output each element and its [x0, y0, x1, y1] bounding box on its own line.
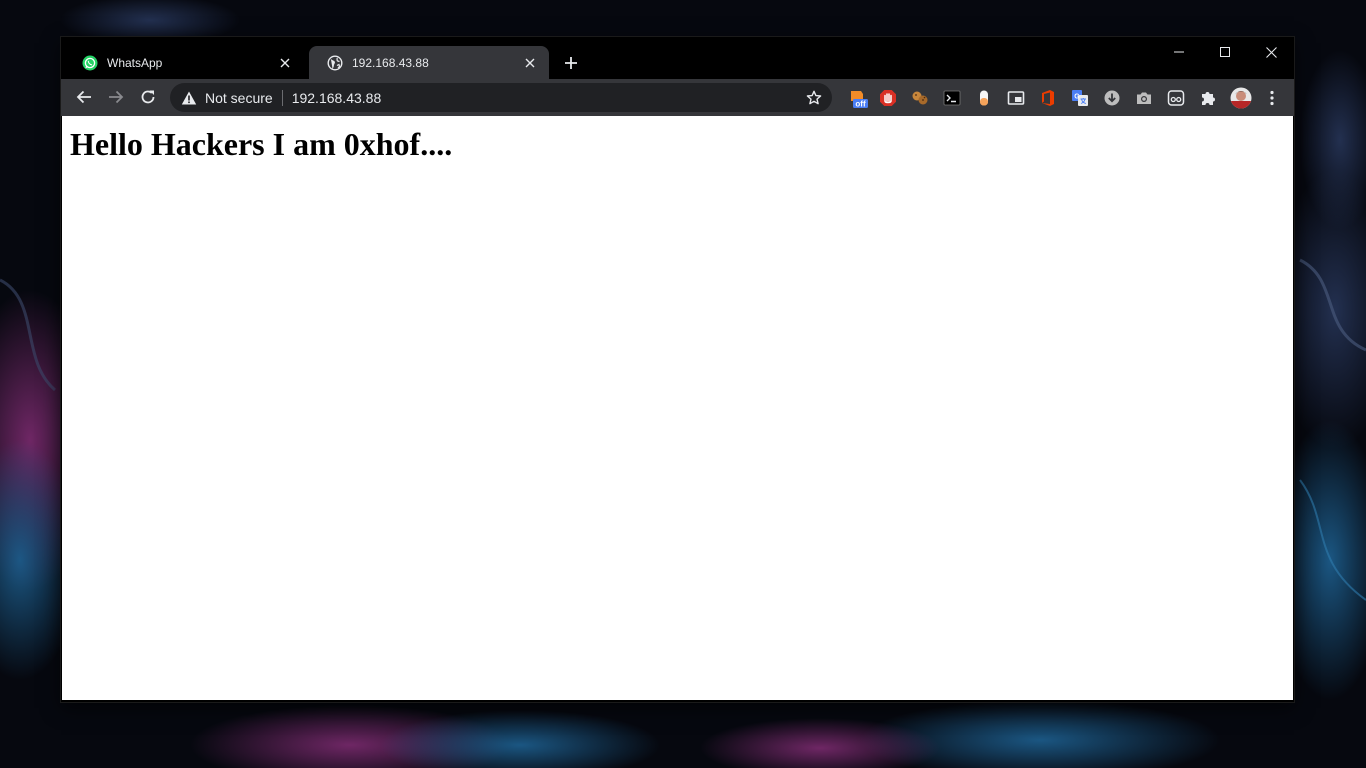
adblock-hand-icon[interactable]	[878, 88, 898, 108]
tab-whatsapp[interactable]: WhatsApp	[64, 46, 304, 79]
capsule-icon[interactable]	[974, 88, 994, 108]
extension-badge: off	[855, 99, 866, 108]
arrow-right-icon	[109, 90, 124, 104]
camera-icon[interactable]	[1134, 88, 1154, 108]
reload-icon	[141, 90, 155, 104]
bookmark-button[interactable]	[800, 84, 828, 112]
cookie-icon[interactable]	[910, 88, 930, 108]
browser-window: WhatsApp 192.168.43.88 Not secure 192.16…	[61, 37, 1294, 702]
address-bar[interactable]: Not secure	[170, 83, 832, 112]
kebab-menu-icon[interactable]	[1262, 88, 1282, 108]
security-status-label: Not secure	[205, 89, 273, 106]
plus-icon	[565, 57, 577, 69]
site-info-button[interactable]: Not secure	[170, 90, 273, 106]
profile-avatar[interactable]	[1230, 87, 1252, 109]
forward-button[interactable]	[102, 83, 130, 111]
new-tab-button[interactable]	[559, 51, 583, 75]
url-input[interactable]	[291, 89, 800, 106]
arrow-left-icon	[76, 90, 91, 104]
office-icon[interactable]	[1038, 88, 1058, 108]
maximize-button[interactable]	[1202, 37, 1248, 67]
reload-button[interactable]	[134, 83, 162, 111]
window-close-button[interactable]	[1248, 37, 1294, 67]
minimize-button[interactable]	[1156, 37, 1202, 67]
tab-title: 192.168.43.88	[352, 55, 429, 70]
globe-icon	[327, 54, 343, 71]
puzzle-extensions-icon[interactable]	[1198, 88, 1218, 108]
google-translate-icon[interactable]: G	[1070, 88, 1090, 108]
terminal-icon[interactable]	[942, 88, 962, 108]
minimize-icon	[1174, 51, 1184, 53]
star-outline-icon	[806, 90, 822, 104]
picture-in-picture-icon[interactable]	[1006, 88, 1026, 108]
close-icon	[1265, 46, 1277, 58]
page-viewport: Hello Hackers I am 0xhof....	[62, 116, 1293, 700]
whatsapp-icon	[82, 55, 98, 71]
back-button[interactable]	[70, 83, 98, 111]
browser-toolbar: Not secure off	[61, 79, 1294, 116]
page-heading: Hello Hackers I am 0xhof....	[70, 126, 453, 162]
close-icon[interactable]	[276, 54, 294, 72]
warning-triangle-icon	[181, 90, 197, 106]
omnibox-divider	[281, 89, 283, 106]
tab-title: WhatsApp	[107, 55, 163, 70]
maximize-icon	[1220, 47, 1230, 57]
reader-glasses-icon[interactable]	[1166, 88, 1186, 108]
close-icon[interactable]	[521, 54, 539, 72]
download-icon[interactable]	[1102, 88, 1122, 108]
tamper-extension-icon[interactable]: off	[848, 88, 868, 108]
tab-192-168-43-88[interactable]: 192.168.43.88	[309, 46, 549, 79]
svg-text:G: G	[1074, 94, 1080, 101]
tab-strip: WhatsApp 192.168.43.88	[61, 37, 1294, 79]
